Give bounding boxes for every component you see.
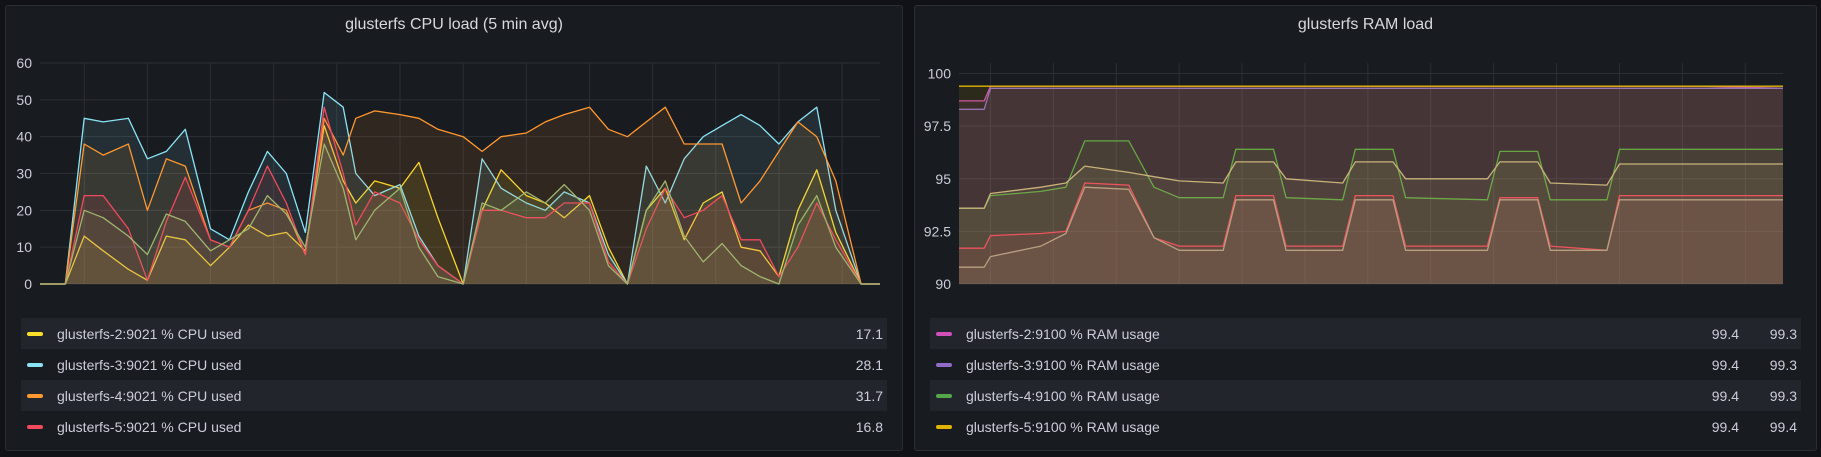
legend-value: 99.4 <box>1711 387 1739 404</box>
legend-item[interactable]: glusterfs-4:9021 % CPU used 31.7 <box>21 380 887 411</box>
legend-item[interactable]: glusterfs-3:9100 % RAM usage 99.4 99.3 <box>930 349 1801 380</box>
x-tick-label: 12:50 <box>825 293 860 296</box>
legend-item[interactable]: glusterfs-5:9021 % CPU used 16.8 <box>21 411 887 442</box>
legend-value: 31.7 <box>855 387 883 404</box>
x-tick-label: 10:50 <box>67 293 102 296</box>
x-tick-label: 12:30 <box>698 293 733 296</box>
x-tick-label: 11:10 <box>1099 293 1133 296</box>
x-tick-label: 12:00 <box>509 293 544 296</box>
x-tick-label: 12:10 <box>1476 293 1511 296</box>
legend-item[interactable]: glusterfs-4:9100 % RAM usage 99.4 99.3 <box>930 380 1801 411</box>
x-tick-label: 12:10 <box>572 293 607 296</box>
x-tick-label: 11:50 <box>446 293 480 296</box>
y-tick-label: 95 <box>935 171 951 187</box>
series-color-swatch <box>27 424 43 429</box>
legend-label: glusterfs-2:9100 % RAM usage <box>966 325 1160 342</box>
legend-item[interactable]: glusterfs-2:9021 % CPU used 17.1 <box>21 318 887 349</box>
x-tick-label: 12:30 <box>1602 293 1637 296</box>
legend-label: glusterfs-5:9100 % RAM usage <box>966 418 1160 435</box>
x-tick-label: 11:30 <box>1225 293 1259 296</box>
cpu-panel-title: glusterfs CPU load (5 min avg) <box>345 16 563 33</box>
x-tick-label: 11:50 <box>1351 293 1385 296</box>
y-tick-label: 90 <box>935 276 951 292</box>
legend-label: glusterfs-4:9021 % CPU used <box>57 387 242 404</box>
legend-label: glusterfs-3:9100 % RAM usage <box>966 356 1160 373</box>
x-tick-label: 11:30 <box>320 293 354 296</box>
x-tick-label: 12:00 <box>1413 293 1448 296</box>
x-tick-label: 11:40 <box>383 293 417 296</box>
series-color-swatch <box>936 424 952 429</box>
x-tick-label: 11:00 <box>1036 293 1070 296</box>
series-color-swatch <box>936 393 952 398</box>
y-tick-label: 20 <box>16 202 32 218</box>
x-tick-label: 12:20 <box>635 293 670 296</box>
y-tick-label: 100 <box>928 66 952 82</box>
y-tick-label: 92.5 <box>924 223 951 239</box>
y-tick-label: 30 <box>16 166 32 182</box>
y-tick-label: 60 <box>16 55 32 71</box>
legend-value: 99.3 <box>1769 325 1797 342</box>
x-tick-label: 11:10 <box>194 293 228 296</box>
legend-item[interactable]: glusterfs-2:9100 % RAM usage 99.4 99.3 <box>930 318 1801 349</box>
legend-label: glusterfs-4:9100 % RAM usage <box>966 387 1160 404</box>
x-tick-label: 12:50 <box>1728 293 1763 296</box>
x-tick-label: 10:50 <box>973 293 1008 296</box>
legend-value: 17.1 <box>855 325 883 342</box>
legend-value: 99.4 <box>1711 356 1739 373</box>
cpu-chart[interactable]: 0 10 20 30 40 50 60 10:50 11:00 11:10 11:20 11:30 11… <box>6 46 904 296</box>
ram-panel: glusterfs RAM load 90 92.5 95 97.5 100 10:50 1… <box>914 5 1817 451</box>
series-color-swatch <box>27 331 43 336</box>
legend-item[interactable]: glusterfs-3:9021 % CPU used 28.1 <box>21 349 887 380</box>
legend-label: glusterfs-5:9021 % CPU used <box>57 418 242 435</box>
x-tick-label: 11:00 <box>130 293 164 296</box>
cpu-legend: glusterfs-2:9021 % CPU used 17.1 gluster… <box>21 318 887 442</box>
ram-panel-title: glusterfs RAM load <box>1297 16 1434 33</box>
x-tick-label: 11:40 <box>1288 293 1322 296</box>
x-tick-label: 11:20 <box>1162 293 1196 296</box>
y-tick-label: 10 <box>16 239 32 255</box>
x-tick-label: 12:40 <box>761 293 796 296</box>
legend-value: 99.4 <box>1711 418 1739 435</box>
legend-value: 99.4 <box>1711 325 1739 342</box>
legend-label: glusterfs-3:9021 % CPU used <box>57 356 242 373</box>
y-tick-label: 50 <box>16 92 32 108</box>
cpu-panel: glusterfs CPU load (5 min avg) 0 10 20 30 40… <box>5 5 903 451</box>
legend-item[interactable]: glusterfs-5:9100 % RAM usage 99.4 99.4 <box>930 411 1801 442</box>
series-color-swatch <box>936 331 952 336</box>
legend-value: 99.3 <box>1769 356 1797 373</box>
legend-value: 28.1 <box>855 356 883 373</box>
series-color-swatch <box>936 362 952 367</box>
series-color-swatch <box>27 393 43 398</box>
ram-legend: glusterfs-2:9100 % RAM usage 99.4 99.3 g… <box>930 318 1801 442</box>
x-tick-label: 12:20 <box>1539 293 1574 296</box>
legend-label: glusterfs-2:9021 % CPU used <box>57 325 242 342</box>
legend-value: 99.4 <box>1769 418 1797 435</box>
ram-chart[interactable]: 90 92.5 95 97.5 100 10:50 11:00 11:10 11:20 11:30… <box>915 46 1818 296</box>
y-tick-label: 97.5 <box>924 118 951 134</box>
series-color-swatch <box>27 362 43 367</box>
y-tick-label: 0 <box>24 276 32 292</box>
series-area <box>959 187 1783 284</box>
legend-value: 99.3 <box>1769 387 1797 404</box>
legend-value: 16.8 <box>855 418 883 435</box>
x-tick-label: 12:40 <box>1665 293 1700 296</box>
y-tick-label: 40 <box>16 129 32 145</box>
x-tick-label: 11:20 <box>257 293 291 296</box>
